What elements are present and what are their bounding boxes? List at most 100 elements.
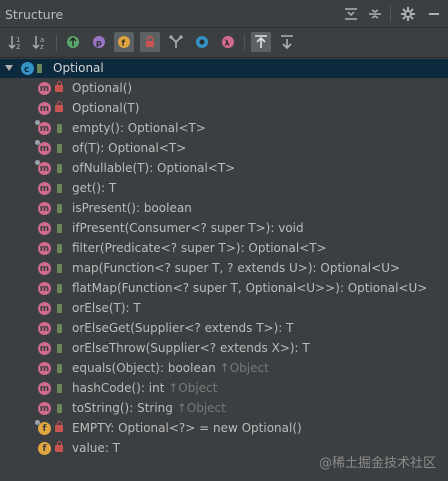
show-lambdas-icon[interactable]: λ [218,32,238,52]
member-label: filter(Predicate<? super T>): Optional<T… [72,241,327,255]
member-label: EMPTY: Optional<?> = new Optional() [72,421,302,435]
tree-member-row[interactable]: m equals(Object): boolean ↑Object [0,359,448,379]
svg-text:λ: λ [225,39,230,48]
member-label: map(Function<? super T, ? extends U>): O… [72,261,401,275]
static-marker-icon [35,420,40,425]
inherited-from-label: ↑Object [215,361,269,375]
collapse-all-icon[interactable] [367,6,383,22]
public-access-icon [57,324,62,333]
gear-icon[interactable] [400,6,416,22]
private-lock-icon [55,441,63,452]
member-label: orElseGet(Supplier<? extends T>): T [72,321,294,335]
inherited-from-label: ↑Object [164,381,218,395]
inherited-from-label: ↑Object [172,401,226,415]
show-properties-icon[interactable]: p [89,32,109,52]
public-access-icon [57,144,62,153]
tree-member-row[interactable]: m ifPresent(Consumer<? super T>): void [0,219,448,239]
tree-member-row[interactable]: m isPresent(): boolean [0,199,448,219]
tree-member-row[interactable]: m orElse(T): T [0,299,448,319]
method-icon: m [38,382,51,395]
show-lambdas-tree-icon[interactable] [166,32,186,52]
structure-panel-header: Structure [0,0,448,28]
member-label: of(T): Optional<T> [72,141,187,155]
root-class-label: Optional [53,61,104,75]
tree-member-row[interactable]: m filter(Predicate<? super T>): Optional<… [0,239,448,259]
tree-member-row[interactable]: m map(Function<? super T, ? extends U>): … [0,259,448,279]
show-non-public-icon[interactable] [140,32,160,52]
method-icon: m [38,342,51,355]
method-icon: m [38,242,51,255]
expand-all-icon[interactable] [343,6,359,22]
public-access-icon [57,364,62,373]
method-icon: m [38,142,51,155]
member-label: orElse(T): T [72,301,141,315]
public-access-icon [57,164,62,173]
tree-member-row[interactable]: m Optional(T) [0,99,448,119]
field-icon: f [38,442,51,455]
svg-text:f: f [122,39,126,48]
member-label: value: T [72,441,120,455]
method-icon: m [38,182,51,195]
structure-toolbar: 12 az p f λ [0,28,448,58]
structure-tree: c Optional m Optional() m Optional(T) m empty… [0,58,448,481]
tree-member-row[interactable]: m of(T): Optional<T> [0,139,448,159]
tree-member-row[interactable]: m hashCode(): int ↑Object [0,379,448,399]
sort-by-visibility-icon[interactable]: 12 [6,32,26,52]
member-label: orElseThrow(Supplier<? extends X>): T [72,341,310,355]
show-anonymous-classes-icon[interactable] [192,32,212,52]
member-label: flatMap(Function<? super T, Optional<U>>… [72,281,428,295]
private-lock-icon [55,101,63,112]
member-label: toString(): String ↑Object [72,401,226,415]
tree-root-row[interactable]: c Optional [0,59,448,78]
tree-member-row[interactable]: m get(): T [0,179,448,199]
svg-text:z: z [40,43,44,50]
private-lock-icon [55,421,63,432]
method-icon: m [38,402,51,415]
public-access-icon [57,344,62,353]
sort-alphabetically-icon[interactable]: az [30,32,50,52]
svg-text:2: 2 [16,43,20,50]
public-access-icon [57,404,62,413]
tree-member-row[interactable]: m toString(): String ↑Object [0,399,448,419]
method-icon: m [38,162,51,175]
autoscroll-from-source-icon[interactable] [277,32,297,52]
svg-text:c: c [24,65,29,75]
expand-arrow-icon[interactable] [4,62,14,76]
show-fields-icon[interactable]: f [114,32,134,52]
tree-member-row[interactable]: m orElseGet(Supplier<? extends T>): T [0,319,448,339]
public-access-icon [57,244,62,253]
member-label: get(): T [72,181,117,195]
tree-member-row[interactable]: f EMPTY: Optional<?> = new Optional() [0,419,448,439]
tree-member-row[interactable]: m empty(): Optional<T> [0,119,448,139]
tree-member-row[interactable]: m flatMap(Function<? super T, Optional<U>… [0,279,448,299]
show-inherited-icon[interactable] [63,32,83,52]
member-label: isPresent(): boolean [72,201,192,215]
private-lock-icon [55,81,63,92]
member-label: ofNullable(T): Optional<T> [72,161,236,175]
autoscroll-to-source-icon[interactable] [251,32,271,52]
tree-member-row[interactable]: m ofNullable(T): Optional<T> [0,159,448,179]
public-access-icon [57,304,62,313]
static-marker-icon [35,120,40,125]
minimize-icon[interactable] [426,6,442,22]
public-access-icon [57,124,62,133]
tree-member-row[interactable]: m Optional() [0,79,448,99]
public-access-icon [37,64,42,73]
watermark: @稀土掘金技术社区 [318,456,436,471]
method-icon: m [38,102,51,115]
public-access-icon [57,224,62,233]
method-icon: m [38,122,51,135]
tree-member-row[interactable]: m orElseThrow(Supplier<? extends X>): T [0,339,448,359]
public-access-icon [57,284,62,293]
member-label: equals(Object): boolean ↑Object [72,361,269,375]
method-icon: m [38,282,51,295]
method-icon: m [38,362,51,375]
method-icon: m [38,262,51,275]
public-access-icon [57,204,62,213]
member-label: hashCode(): int ↑Object [72,381,218,395]
static-marker-icon [35,160,40,165]
field-icon: f [38,422,51,435]
svg-text:p: p [96,39,102,48]
panel-title: Structure [5,7,64,22]
method-icon: m [38,202,51,215]
